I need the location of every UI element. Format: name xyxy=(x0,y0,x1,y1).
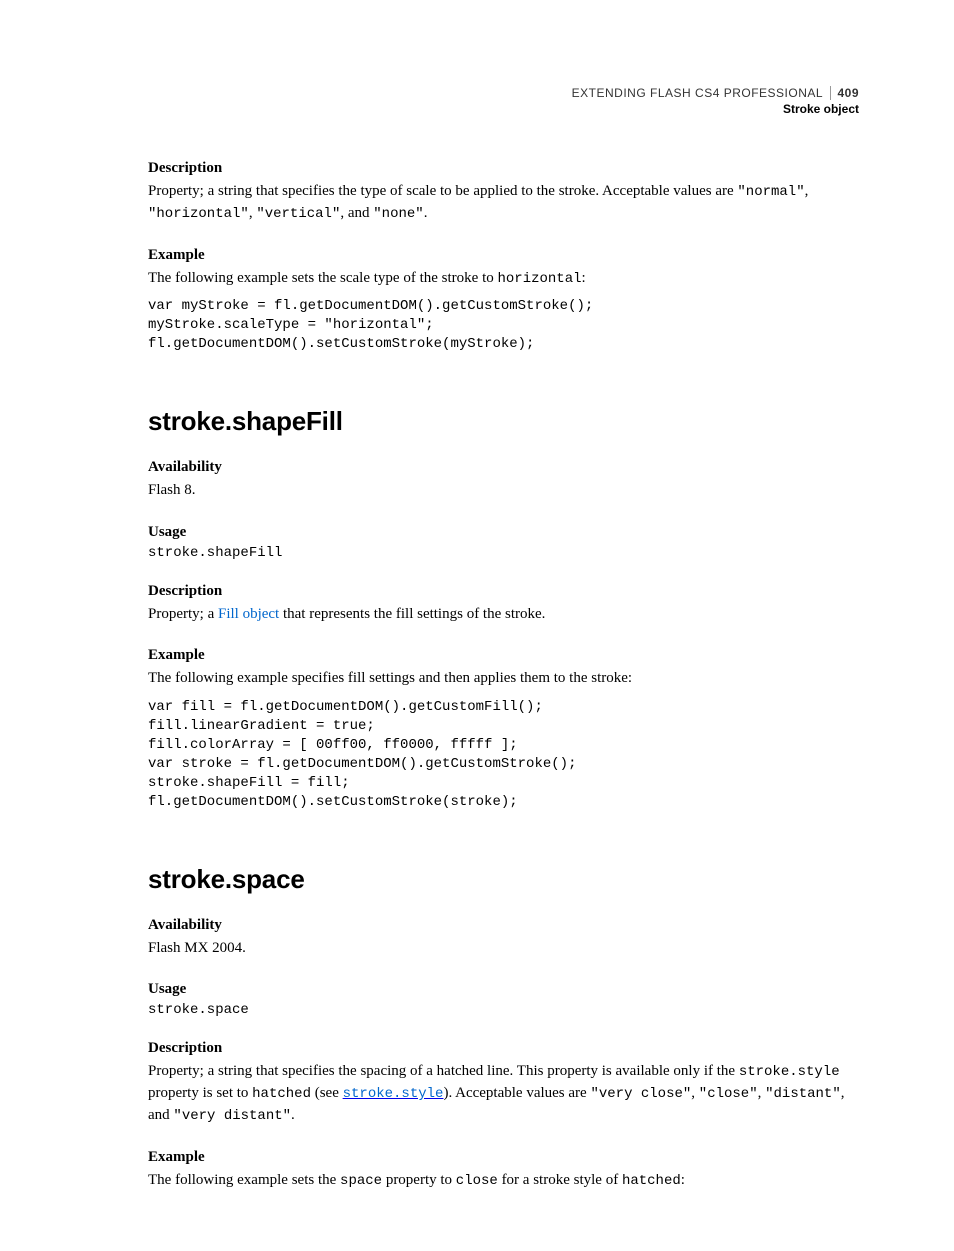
code-inline: "none" xyxy=(373,206,423,222)
text: for a stroke style of xyxy=(498,1172,622,1188)
availability-body: Flash MX 2004. xyxy=(148,938,859,960)
text: property to xyxy=(382,1172,456,1188)
doc-title: EXTENDING FLASH CS4 PROFESSIONAL xyxy=(572,86,823,100)
code-inline: hatched xyxy=(252,1086,311,1102)
code-inline: "horizontal" xyxy=(148,206,249,222)
example-body: The following example sets the scale typ… xyxy=(148,268,859,290)
text: : xyxy=(582,270,586,286)
example-body: The following example sets the space pro… xyxy=(148,1170,859,1192)
code-inline: "normal" xyxy=(737,184,804,200)
availability-body: Flash 8. xyxy=(148,480,859,502)
usage-heading: Usage xyxy=(148,981,859,998)
header-section: Stroke object xyxy=(148,102,859,116)
header-title-row: EXTENDING FLASH CS4 PROFESSIONAL 409 xyxy=(148,86,859,100)
text: Property; a xyxy=(148,606,218,622)
code-inline: "distant" xyxy=(765,1086,841,1102)
usage-body: stroke.shapeFill xyxy=(148,545,859,561)
code-inline: space xyxy=(340,1173,382,1189)
code-inline: hatched xyxy=(622,1173,681,1189)
example-heading: Example xyxy=(148,1149,859,1166)
example-heading: Example xyxy=(148,647,859,664)
description-body: Property; a Fill object that represents … xyxy=(148,604,859,626)
text: The following example sets the xyxy=(148,1172,340,1188)
description-heading: Description xyxy=(148,1040,859,1057)
text: , and xyxy=(340,205,373,221)
availability-heading: Availability xyxy=(148,459,859,476)
code-inline: "very close" xyxy=(590,1086,691,1102)
example-body: The following example specifies fill set… xyxy=(148,668,859,690)
description-body: Property; a string that specifies the ty… xyxy=(148,181,859,225)
text: property is set to xyxy=(148,1085,252,1101)
description-heading: Description xyxy=(148,583,859,600)
text: Property; a string that specifies the ty… xyxy=(148,183,737,199)
availability-heading: Availability xyxy=(148,917,859,934)
code-inline: "close" xyxy=(699,1086,758,1102)
text: ). Acceptable values are xyxy=(443,1085,590,1101)
example-heading: Example xyxy=(148,247,859,264)
page-number: 409 xyxy=(830,86,859,100)
usage-body: stroke.space xyxy=(148,1002,859,1018)
text: : xyxy=(681,1172,685,1188)
text: , xyxy=(758,1085,766,1101)
page-header: EXTENDING FLASH CS4 PROFESSIONAL 409 Str… xyxy=(148,86,859,116)
code-inline: "vertical" xyxy=(256,206,340,222)
api-heading-shapefill: stroke.shapeFill xyxy=(148,406,859,437)
code-inline: stroke.style xyxy=(739,1064,840,1080)
text: The following example sets the scale typ… xyxy=(148,270,497,286)
api-heading-space: stroke.space xyxy=(148,864,859,895)
text: (see xyxy=(311,1085,343,1101)
fill-object-link[interactable]: Fill object xyxy=(218,606,279,622)
text: , xyxy=(691,1085,699,1101)
page-content: EXTENDING FLASH CS4 PROFESSIONAL 409 Str… xyxy=(0,0,954,1251)
code-inline: "very distant" xyxy=(173,1108,291,1124)
code-inline: horizontal xyxy=(497,271,581,287)
code-inline: close xyxy=(456,1173,498,1189)
text: Property; a string that specifies the sp… xyxy=(148,1063,739,1079)
code-block: var fill = fl.getDocumentDOM().getCustom… xyxy=(148,698,859,811)
text: , xyxy=(805,183,809,199)
code-block: var myStroke = fl.getDocumentDOM().getCu… xyxy=(148,297,859,354)
text: . xyxy=(424,205,428,221)
stroke-style-link[interactable]: stroke.style xyxy=(343,1085,444,1101)
text: . xyxy=(291,1107,295,1123)
description-body: Property; a string that specifies the sp… xyxy=(148,1061,859,1126)
text: that represents the fill settings of the… xyxy=(279,606,545,622)
description-heading: Description xyxy=(148,160,859,177)
usage-heading: Usage xyxy=(148,524,859,541)
code-inline: stroke.style xyxy=(343,1086,444,1102)
